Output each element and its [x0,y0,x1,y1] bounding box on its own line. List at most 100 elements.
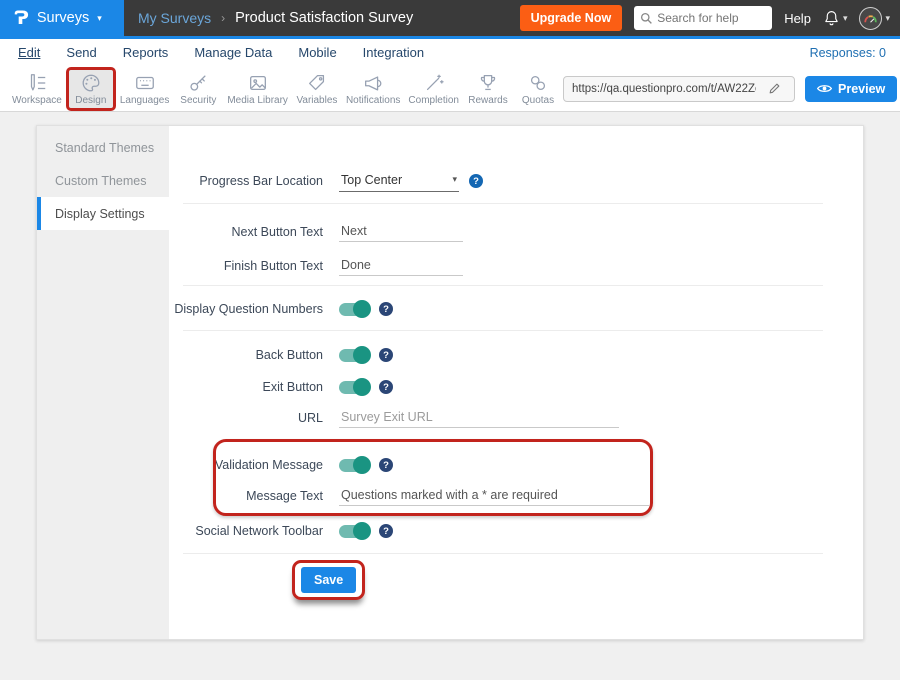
toolbar-item-design[interactable]: Design [66,67,116,111]
help-icon[interactable]: ? [379,348,393,362]
toolbar-item-label: Workspace [12,95,62,106]
toolbar-item-media-library[interactable]: Media Library [223,67,292,111]
toggle-knob [353,346,371,364]
toolbar-item-label: Security [180,95,216,106]
exit-button-label: Exit Button [169,380,323,394]
next-button-text-row: Next Button Text [169,217,863,247]
exit-url-row: URL [169,404,863,432]
toolbar-item-quotas[interactable]: Quotas [513,67,563,111]
avatar [859,7,882,30]
display-settings-form: Progress Bar Location Top Center ▾ ? Nex… [169,126,863,639]
search-input[interactable] [657,11,765,25]
upgrade-now-button[interactable]: Upgrade Now [520,5,623,31]
palette-icon [79,72,103,94]
toolbar-item-rewards[interactable]: Rewards [463,67,513,111]
divider [183,203,823,204]
design-toolbar: Workspace Design Languages Security Medi… [0,66,900,112]
sidebar-item-custom-themes[interactable]: Custom Themes [37,164,169,197]
help-search[interactable] [634,6,772,30]
next-button-text-input[interactable] [339,222,463,242]
help-icon[interactable]: ? [469,174,483,188]
product-menu[interactable]: Ɂ Surveys ▾ [0,0,124,36]
survey-url-input[interactable] [564,83,760,95]
social-network-toolbar-row: Social Network Toolbar ? [169,517,863,545]
breadcrumb-my-surveys[interactable]: My Surveys [138,10,211,26]
toolbar-item-workspace[interactable]: Workspace [8,67,66,111]
responses-count[interactable]: Responses: 0 [810,46,886,60]
tab-manage-data[interactable]: Manage Data [194,45,272,60]
tab-mobile[interactable]: Mobile [298,45,336,60]
product-menu-label: Surveys [37,10,89,26]
finish-button-text-input[interactable] [339,256,463,276]
chevron-down-icon: ▾ [843,14,848,23]
wand-icon [422,72,446,94]
eye-icon [817,83,832,94]
breadcrumb: My Surveys › Product Satisfaction Survey [138,10,413,26]
sidebar-item-standard-themes[interactable]: Standard Themes [37,131,169,164]
themes-sidebar: Standard Themes Custom Themes Display Se… [37,126,169,639]
gauge-icon [863,13,878,24]
tab-reports[interactable]: Reports [123,45,169,60]
display-question-numbers-toggle[interactable] [339,303,369,316]
back-button-row: Back Button ? [169,341,863,369]
help-icon[interactable]: ? [379,458,393,472]
toggle-knob [353,456,371,474]
preview-button[interactable]: Preview [805,76,897,102]
notifications-menu[interactable]: ▾ [823,9,848,27]
toolbar-item-languages[interactable]: Languages [116,67,174,111]
account-menu[interactable]: ▾ [859,7,890,30]
breadcrumb-separator-icon: › [221,11,225,25]
progress-bar-location-label: Progress Bar Location [169,174,323,188]
keyboard-icon [133,72,157,94]
chevron-down-icon: ▾ [452,175,457,184]
pencil-icon [768,82,781,95]
validation-message-label: Validation Message [169,458,323,472]
message-text-row: Message Text [169,482,863,510]
validation-message-toggle[interactable] [339,459,369,472]
back-button-toggle[interactable] [339,349,369,362]
help-icon[interactable]: ? [379,302,393,316]
finish-button-text-label: Finish Button Text [169,259,323,273]
toolbar-item-notifications[interactable]: Notifications [342,67,404,111]
survey-url-field[interactable] [563,76,795,102]
message-text-label: Message Text [169,489,323,503]
chevron-down-icon: ▾ [885,14,890,23]
tag-icon [305,72,329,94]
progress-bar-location-row: Progress Bar Location Top Center ▾ ? [169,166,863,196]
toolbar-item-label: Completion [408,95,459,106]
display-settings-card: Standard Themes Custom Themes Display Se… [36,125,864,640]
toolbar-item-label: Rewards [468,95,507,106]
toolbar-item-completion[interactable]: Completion [404,67,463,111]
image-icon [246,72,270,94]
help-icon[interactable]: ? [379,524,393,538]
toolbar-item-label: Quotas [522,95,554,106]
preview-label: Preview [838,82,885,96]
edit-url-button[interactable] [760,77,788,101]
exit-button-toggle[interactable] [339,381,369,394]
message-text-input[interactable] [339,486,649,506]
toggle-knob [353,522,371,540]
toolbar-item-variables[interactable]: Variables [292,67,342,111]
back-button-label: Back Button [169,348,323,362]
tab-integration[interactable]: Integration [363,45,424,60]
links-icon [526,72,550,94]
divider [183,553,823,554]
key-icon [186,72,210,94]
workspace-icon [25,72,49,94]
help-link[interactable]: Help [784,11,811,26]
help-icon[interactable]: ? [379,380,393,394]
page-title: Product Satisfaction Survey [235,10,413,26]
sidebar-item-display-settings[interactable]: Display Settings [37,197,169,230]
tab-send[interactable]: Send [66,45,96,60]
selected-value: Top Center [341,173,402,187]
exit-url-input[interactable] [339,408,619,428]
save-button[interactable]: Save [301,567,356,593]
megaphone-icon [361,72,385,94]
social-network-toolbar-toggle[interactable] [339,525,369,538]
tab-edit[interactable]: Edit [18,45,40,60]
progress-bar-location-select[interactable]: Top Center ▾ [339,171,459,192]
toolbar-item-security[interactable]: Security [173,67,223,111]
exit-button-row: Exit Button ? [169,373,863,401]
page-background: Standard Themes Custom Themes Display Se… [0,112,900,680]
trophy-icon [476,72,500,94]
